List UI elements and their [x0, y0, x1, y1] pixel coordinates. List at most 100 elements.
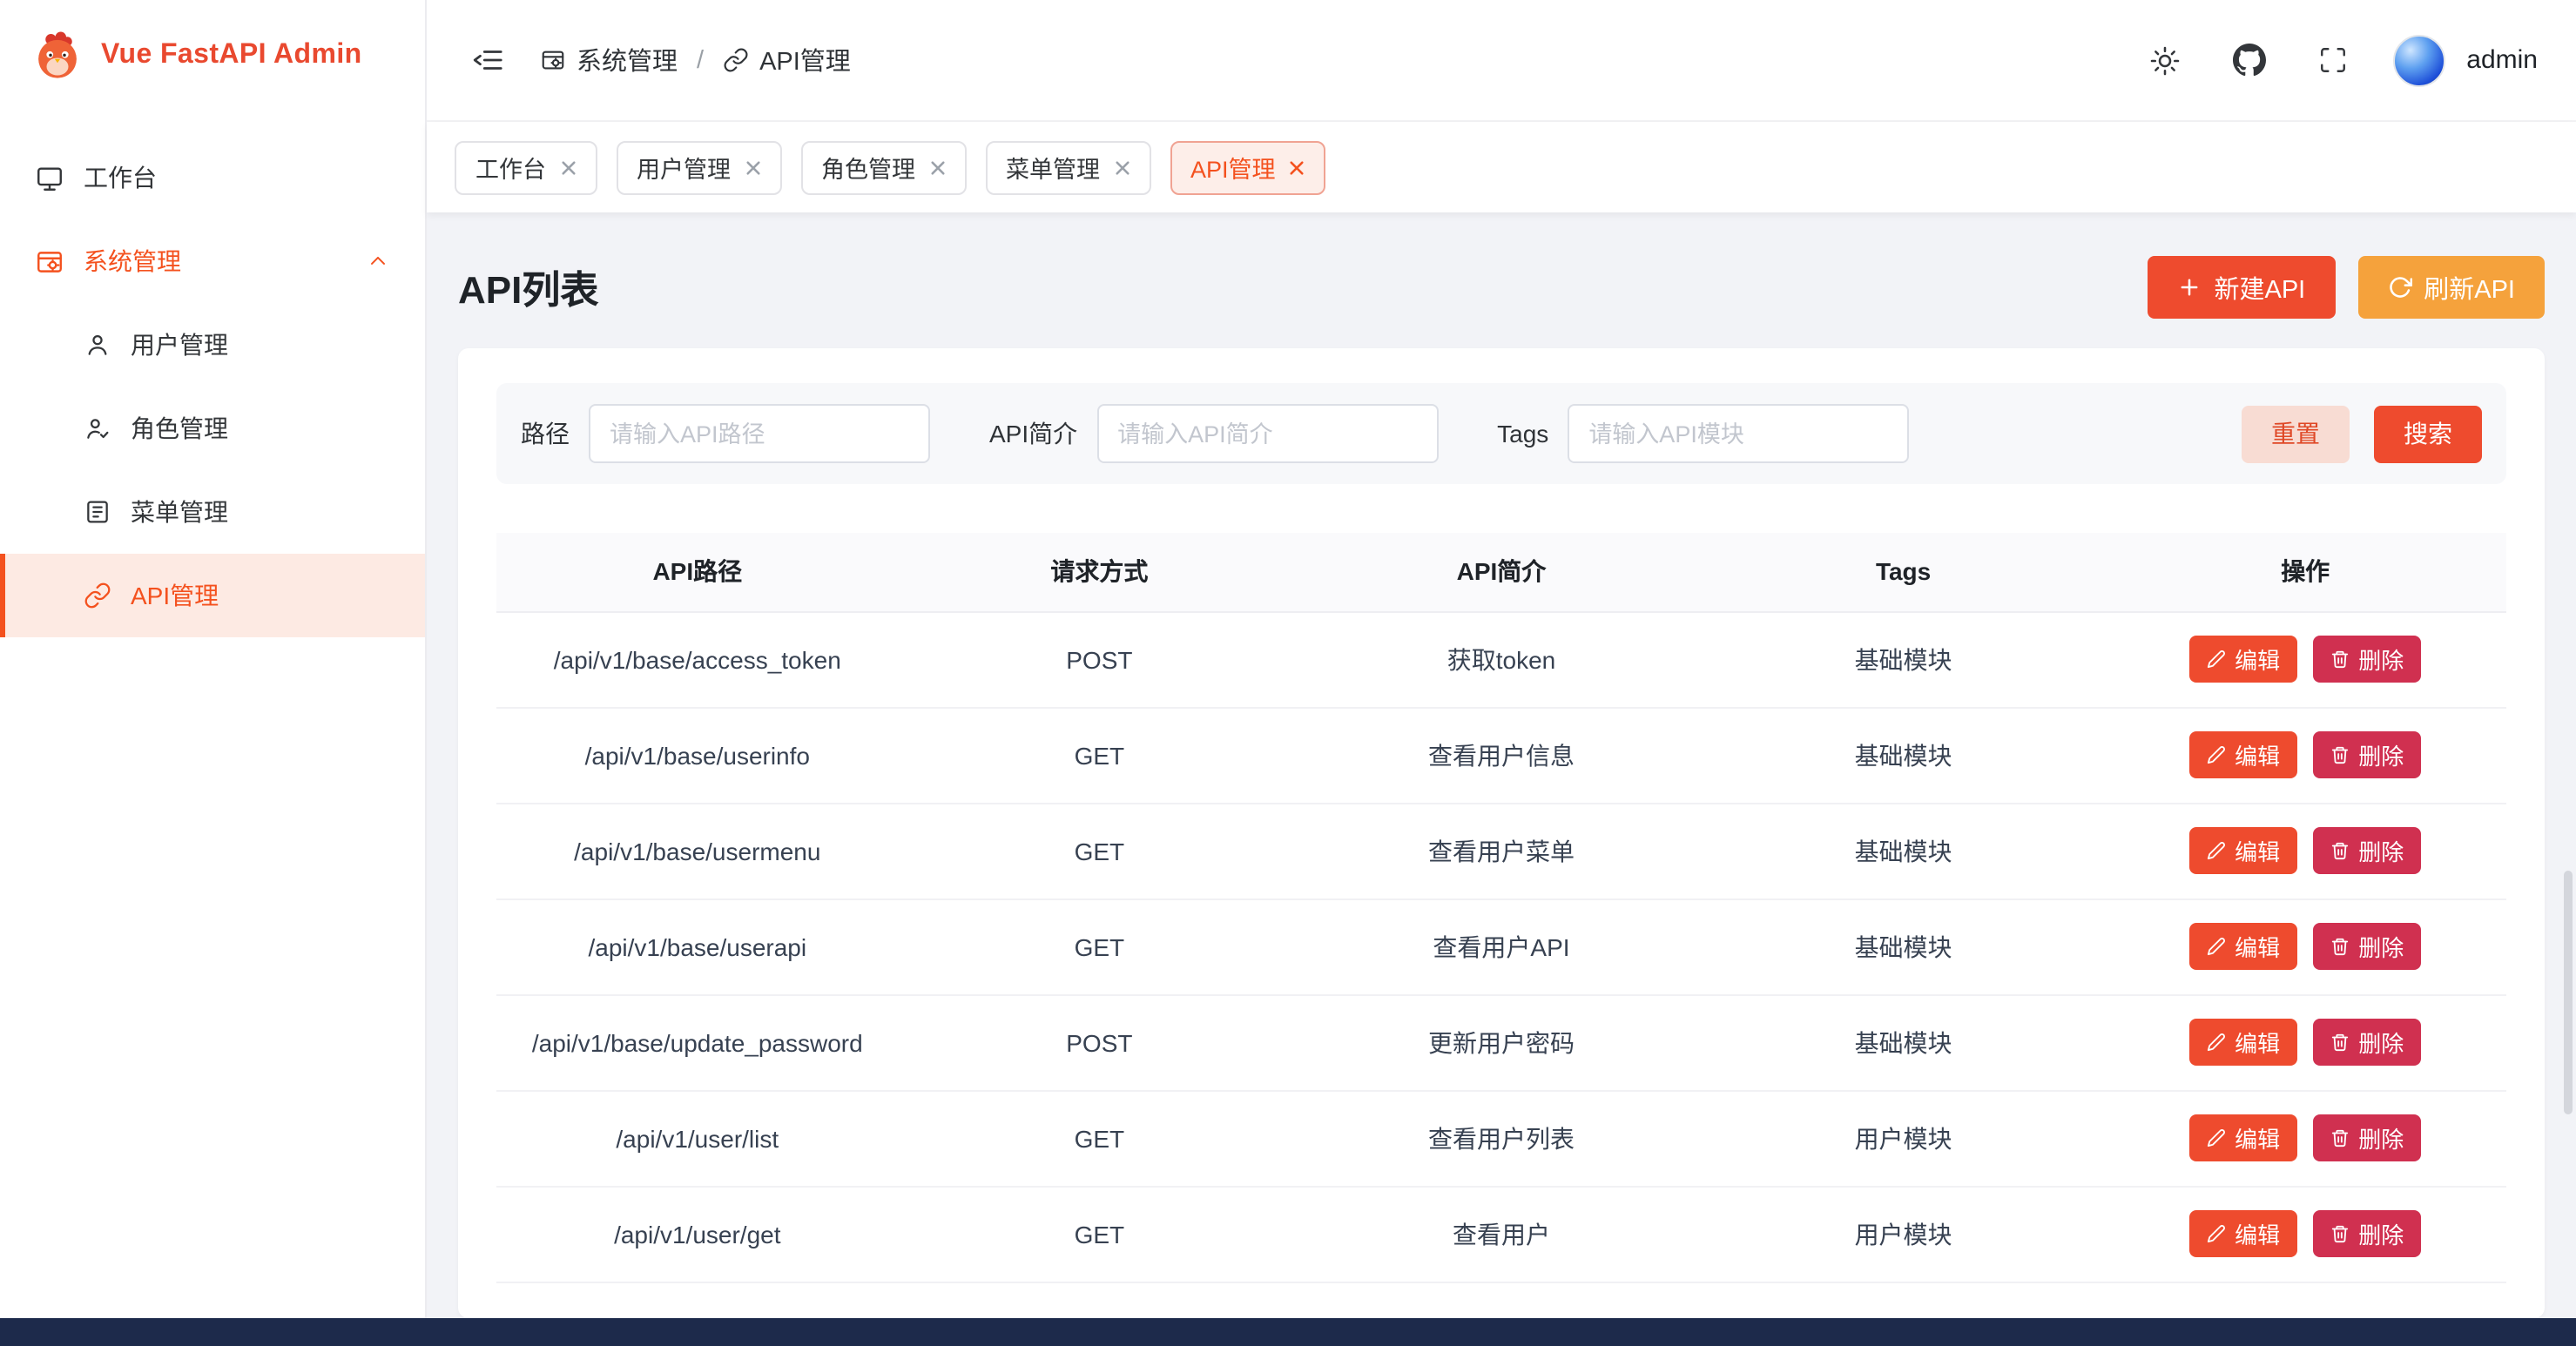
edit-button[interactable]: 编辑 [2189, 1114, 2297, 1161]
bottom-bar [0, 1318, 2576, 1346]
cell-summary: 查看用户 [1300, 1186, 1703, 1282]
create-api-button[interactable]: 新建API [2148, 256, 2336, 319]
tab-close-icon[interactable] [1114, 159, 1130, 175]
edit-button[interactable]: 编辑 [2189, 827, 2297, 874]
reset-button[interactable]: 重置 [2242, 405, 2350, 462]
cell-path: /api/v1/user/get [496, 1186, 899, 1282]
tags-filter-input[interactable] [1568, 404, 1909, 463]
tab-roles[interactable]: 角色管理 [800, 140, 966, 194]
sidebar-item-label: 角色管理 [131, 411, 228, 446]
tab-close-icon[interactable] [929, 159, 945, 175]
edit-button[interactable]: 编辑 [2189, 1019, 2297, 1066]
scrollbar[interactable] [2564, 871, 2573, 1114]
refresh-api-button[interactable]: 刷新API [2357, 256, 2545, 319]
delete-label: 删除 [2358, 1026, 2404, 1059]
filter-panel: 路径 API简介 Tags 重置 搜索 [496, 383, 2506, 484]
breadcrumb-item-api[interactable]: API管理 [723, 42, 851, 78]
app-window: Vue FastAPI Admin 工作台 系统管理 [0, 0, 2576, 1346]
pencil-icon [2207, 649, 2226, 669]
sidebar-item-menus[interactable]: 菜单管理 [0, 470, 425, 554]
path-filter-input[interactable] [589, 404, 930, 463]
table-row: /api/v1/base/access_token POST 获取token 基… [496, 611, 2506, 707]
sidebar-item-workbench[interactable]: 工作台 [0, 136, 425, 219]
summary-filter-input[interactable] [1096, 404, 1438, 463]
table-row: /api/v1/base/userapi GET 查看用户API 基础模块 编辑… [496, 898, 2506, 994]
page-title: API列表 [458, 259, 598, 315]
cell-tags: 基础模块 [1703, 994, 2105, 1090]
github-button[interactable] [2226, 37, 2273, 84]
filter-group-path: 路径 [521, 404, 930, 463]
filter-group-tags: Tags [1497, 404, 1909, 463]
sidebar-item-label: 系统管理 [84, 244, 181, 279]
cell-path: /api/v1/user/list [496, 1090, 899, 1186]
api-link-icon [84, 582, 111, 609]
breadcrumb-label: 系统管理 [577, 42, 678, 78]
cell-method: GET [899, 1090, 1301, 1186]
delete-label: 删除 [2358, 930, 2404, 963]
pencil-icon [2207, 1033, 2226, 1052]
edit-label: 编辑 [2235, 738, 2280, 771]
cell-method: GET [899, 707, 1301, 803]
tab-menus[interactable]: 菜单管理 [985, 140, 1150, 194]
cell-method: GET [899, 898, 1301, 994]
sidebar-item-users[interactable]: 用户管理 [0, 303, 425, 387]
tab-workbench[interactable]: 工作台 [455, 140, 597, 194]
user-icon [84, 331, 111, 359]
chevron-up-icon [366, 249, 390, 273]
edit-button[interactable]: 编辑 [2189, 923, 2297, 970]
delete-button[interactable]: 删除 [2313, 1114, 2421, 1161]
user-avatar[interactable] [2393, 34, 2445, 86]
tab-close-icon[interactable] [560, 159, 576, 175]
delete-label: 删除 [2358, 643, 2404, 676]
edit-button[interactable]: 编辑 [2189, 636, 2297, 683]
tab-close-icon[interactable] [1290, 159, 1305, 175]
tags-filter-label: Tags [1497, 420, 1548, 448]
sidebar-item-label: 菜单管理 [131, 495, 228, 529]
pencil-icon [2207, 937, 2226, 956]
delete-button[interactable]: 删除 [2313, 636, 2421, 683]
edit-label: 编辑 [2235, 1121, 2280, 1154]
trash-icon [2330, 745, 2350, 764]
sidebar-item-roles[interactable]: 角色管理 [0, 387, 425, 470]
tab-users[interactable]: 用户管理 [616, 140, 781, 194]
delete-button[interactable]: 删除 [2313, 731, 2421, 778]
breadcrumb-label: API管理 [759, 42, 851, 78]
sidebar-item-label: 用户管理 [131, 327, 228, 362]
system-gear-icon [35, 246, 64, 276]
username[interactable]: admin [2466, 45, 2538, 75]
github-icon [2233, 44, 2266, 77]
breadcrumb-item-system[interactable]: 系统管理 [540, 42, 678, 78]
delete-button[interactable]: 删除 [2313, 923, 2421, 970]
menu-fold-icon [472, 44, 505, 77]
path-filter-label: 路径 [521, 416, 570, 451]
sidebar-item-api[interactable]: API管理 [0, 554, 425, 637]
tab-api[interactable]: API管理 [1170, 140, 1326, 194]
tab-label: 工作台 [475, 150, 546, 185]
row-actions: 编辑 删除 [2104, 923, 2506, 970]
cell-method: POST [899, 611, 1301, 707]
sidebar-item-label: 工作台 [84, 160, 157, 195]
search-button[interactable]: 搜索 [2374, 405, 2482, 462]
fullscreen-button[interactable] [2311, 38, 2355, 82]
tab-label: API管理 [1190, 150, 1276, 185]
table-row: /api/v1/user/list GET 查看用户列表 用户模块 编辑 删除 [496, 1090, 2506, 1186]
delete-button[interactable]: 删除 [2313, 1019, 2421, 1066]
sidebar-item-system[interactable]: 系统管理 [0, 219, 425, 303]
delete-button[interactable]: 删除 [2313, 827, 2421, 874]
column-header-tags: Tags [1703, 533, 2105, 611]
edit-button[interactable]: 编辑 [2189, 731, 2297, 778]
theme-toggle-button[interactable] [2142, 37, 2188, 83]
edit-button[interactable]: 编辑 [2189, 1210, 2297, 1257]
collapse-sidebar-button[interactable] [465, 37, 512, 84]
cell-tags: 基础模块 [1703, 898, 2105, 994]
logo-text: Vue FastAPI Admin [101, 40, 362, 71]
delete-label: 删除 [2358, 738, 2404, 771]
row-actions: 编辑 删除 [2104, 1114, 2506, 1161]
table-row: /api/v1/user/get GET 查看用户 用户模块 编辑 删除 [496, 1186, 2506, 1282]
chick-logo-icon [31, 30, 84, 82]
edit-label: 编辑 [2235, 834, 2280, 867]
tab-close-icon[interactable] [745, 159, 760, 175]
delete-button[interactable]: 删除 [2313, 1210, 2421, 1257]
pencil-icon [2207, 745, 2226, 764]
page-actions: 新建API 刷新API [2148, 256, 2546, 319]
